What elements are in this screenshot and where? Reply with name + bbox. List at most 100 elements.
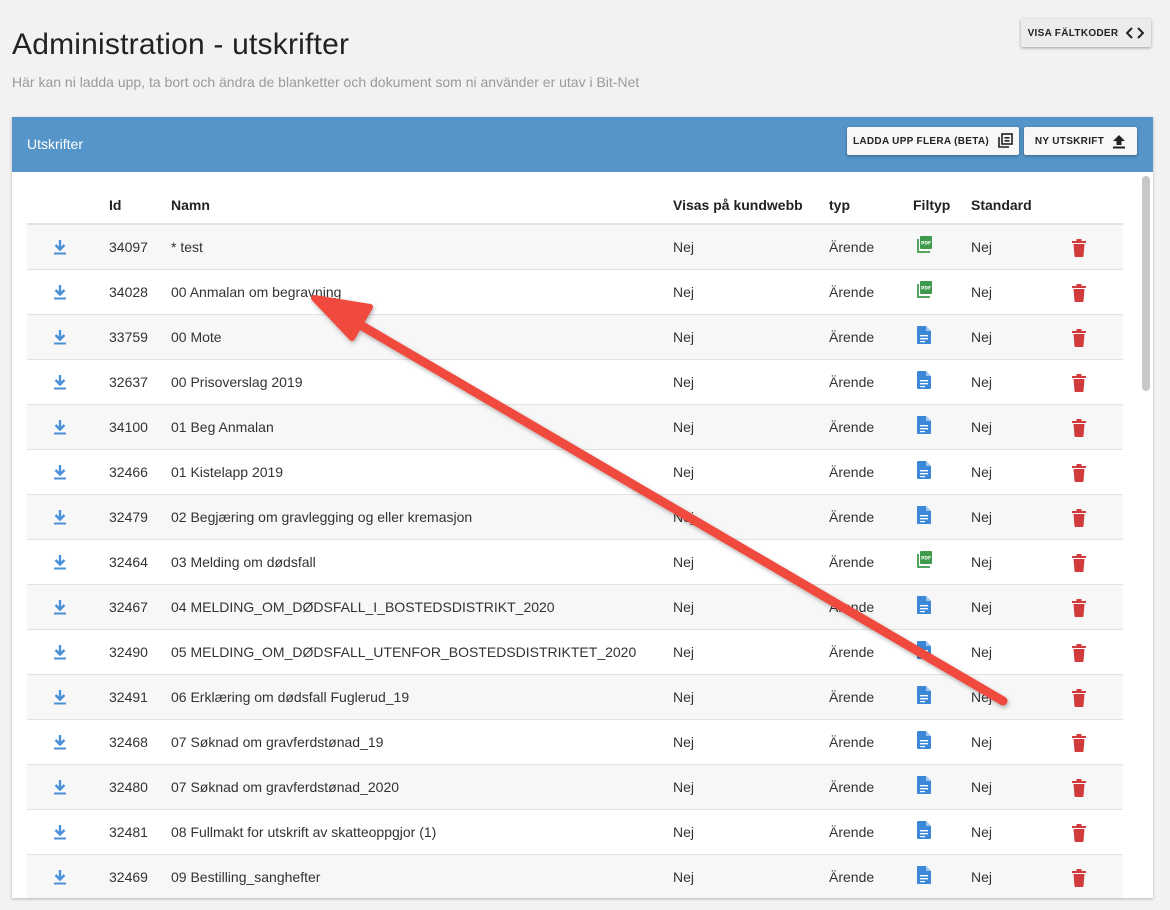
trash-icon[interactable]: [1071, 239, 1087, 257]
row-name[interactable]: 07 Søknad om gravferdstønad_19: [171, 734, 383, 750]
row-name[interactable]: 09 Bestilling_sanghefter: [171, 869, 320, 885]
row-id: 32637: [109, 374, 148, 390]
table-row[interactable]: 32479 02 Begjæring om gravlegging og elle…: [27, 495, 1123, 540]
table-row[interactable]: 33759 00 Mote Nej Ärende Nej: [27, 315, 1123, 360]
row-name[interactable]: 02 Begjæring om gravlegging og eller kre…: [171, 509, 472, 525]
row-name[interactable]: 05 MELDING_OM_DØDSFALL_UTENFOR_BOSTEDSDI…: [171, 644, 636, 660]
row-name[interactable]: 00 Prisoverslag 2019: [171, 374, 303, 390]
trash-icon[interactable]: [1071, 284, 1087, 302]
row-id: 32464: [109, 554, 148, 570]
trash-icon[interactable]: [1071, 464, 1087, 482]
download-icon[interactable]: [52, 509, 68, 526]
document-icon: [917, 596, 931, 614]
row-name[interactable]: * test: [171, 239, 203, 255]
header-visas[interactable]: Visas på kundwebb: [673, 197, 803, 213]
table-row[interactable]: 32467 04 MELDING_OM_DØDSFALL_I_BOSTEDSDIS…: [27, 585, 1123, 630]
download-icon[interactable]: [52, 329, 68, 346]
row-standard: Nej: [971, 509, 993, 525]
row-typ: Ärende: [829, 824, 875, 840]
header-standard[interactable]: Standard: [971, 197, 1032, 213]
trash-icon[interactable]: [1071, 734, 1087, 752]
trash-icon[interactable]: [1071, 419, 1087, 437]
row-visas: Nej: [673, 734, 695, 750]
row-name[interactable]: 00 Mote: [171, 329, 222, 345]
page-subtitle: Här kan ni ladda upp, ta bort och ändra …: [12, 74, 640, 90]
trash-icon[interactable]: [1071, 869, 1087, 887]
download-icon[interactable]: [52, 689, 68, 706]
header-filtyp[interactable]: Filtyp: [913, 197, 950, 213]
trash-icon[interactable]: [1071, 554, 1087, 572]
row-standard: Nej: [971, 554, 993, 570]
row-typ: Ärende: [829, 599, 875, 615]
download-icon[interactable]: [52, 734, 68, 751]
row-id: 32490: [109, 644, 148, 660]
panel-title: Utskrifter: [27, 136, 83, 152]
row-id: 32481: [109, 824, 148, 840]
download-icon[interactable]: [52, 779, 68, 796]
row-typ: Ärende: [829, 329, 875, 345]
table-row[interactable]: 32464 03 Melding om dødsfall Nej Ärende PDF N…: [27, 540, 1123, 585]
table-row[interactable]: 32491 06 Erklæring om dødsfall Fuglerud_1…: [27, 675, 1123, 720]
download-icon[interactable]: [52, 464, 68, 481]
trash-icon[interactable]: [1071, 824, 1087, 842]
trash-icon[interactable]: [1071, 509, 1087, 527]
row-typ: Ärende: [829, 554, 875, 570]
download-icon[interactable]: [52, 644, 68, 661]
row-typ: Ärende: [829, 734, 875, 750]
row-visas: Nej: [673, 599, 695, 615]
table-row[interactable]: 32637 00 Prisoverslag 2019 Nej Ärende Nej: [27, 360, 1123, 405]
row-visas: Nej: [673, 779, 695, 795]
code-icon: [1126, 27, 1145, 39]
row-name[interactable]: 07 Søknad om gravferdstønad_2020: [171, 779, 399, 795]
table-row[interactable]: 32469 09 Bestilling_sanghefter Nej Ärende Ne…: [27, 855, 1123, 898]
download-icon[interactable]: [52, 374, 68, 391]
upload-many-button[interactable]: LADDA UPP FLERA (BETA): [847, 127, 1019, 155]
row-name[interactable]: 00 Anmalan om begravning: [171, 284, 341, 300]
new-print-button[interactable]: NY UTSKRIFT: [1024, 127, 1137, 155]
download-icon[interactable]: [52, 284, 68, 301]
trash-icon[interactable]: [1071, 599, 1087, 617]
download-icon[interactable]: [52, 419, 68, 436]
table-row[interactable]: 32490 05 MELDING_OM_DØDSFALL_UTENFOR_BOST…: [27, 630, 1123, 675]
row-standard: Nej: [971, 869, 993, 885]
download-icon[interactable]: [52, 239, 68, 256]
upload-many-label: LADDA UPP FLERA (BETA): [852, 135, 990, 147]
table-row[interactable]: 34100 01 Beg Anmalan Nej Ärende Nej: [27, 405, 1123, 450]
trash-icon[interactable]: [1071, 644, 1087, 662]
header-name[interactable]: Namn: [171, 197, 210, 213]
table-row[interactable]: 32480 07 Søknad om gravferdstønad_2020 Nej…: [27, 765, 1123, 810]
header-id[interactable]: Id: [109, 197, 121, 213]
download-icon[interactable]: [52, 869, 68, 886]
row-visas: Nej: [673, 239, 695, 255]
row-name[interactable]: 03 Melding om dødsfall: [171, 554, 316, 570]
row-id: 32469: [109, 869, 148, 885]
download-icon[interactable]: [52, 599, 68, 616]
table-row[interactable]: 34028 00 Anmalan om begravning Nej Ärende PD…: [27, 270, 1123, 315]
trash-icon[interactable]: [1071, 329, 1087, 347]
prints-table: Id Namn Visas på kundwebb typ Filtyp Sta…: [27, 172, 1123, 898]
svg-text:PDF: PDF: [921, 241, 931, 247]
table-row[interactable]: 32466 01 Kistelapp 2019 Nej Ärende Nej: [27, 450, 1123, 495]
row-id: 34097: [109, 239, 148, 255]
trash-icon[interactable]: [1071, 689, 1087, 707]
row-name[interactable]: 08 Fullmakt for utskrift av skatteoppgjo…: [171, 824, 436, 840]
table-row[interactable]: 34097 * test Nej Ärende PDF Nej: [27, 225, 1123, 270]
row-name[interactable]: 01 Beg Anmalan: [171, 419, 274, 435]
download-icon[interactable]: [52, 824, 68, 841]
upload-icon: [1113, 134, 1126, 148]
show-field-codes-button[interactable]: VISA FÄLTKODER: [1021, 19, 1151, 47]
download-icon[interactable]: [52, 554, 68, 571]
row-name[interactable]: 01 Kistelapp 2019: [171, 464, 283, 480]
row-typ: Ärende: [829, 869, 875, 885]
panel-header: Utskrifter LADDA UPP FLERA (BETA) NY UTS…: [12, 117, 1153, 172]
header-typ[interactable]: typ: [829, 197, 850, 213]
row-name[interactable]: 04 MELDING_OM_DØDSFALL_I_BOSTEDSDISTRIKT…: [171, 599, 555, 615]
scrollbar-thumb[interactable]: [1142, 176, 1150, 391]
vertical-scrollbar[interactable]: [1139, 172, 1153, 898]
table-row[interactable]: 32481 08 Fullmakt for utskrift av skatteo…: [27, 810, 1123, 855]
table-row[interactable]: 32468 07 Søknad om gravferdstønad_19 Nej Är…: [27, 720, 1123, 765]
trash-icon[interactable]: [1071, 374, 1087, 392]
row-visas: Nej: [673, 464, 695, 480]
trash-icon[interactable]: [1071, 779, 1087, 797]
row-name[interactable]: 06 Erklæring om dødsfall Fuglerud_19: [171, 689, 409, 705]
